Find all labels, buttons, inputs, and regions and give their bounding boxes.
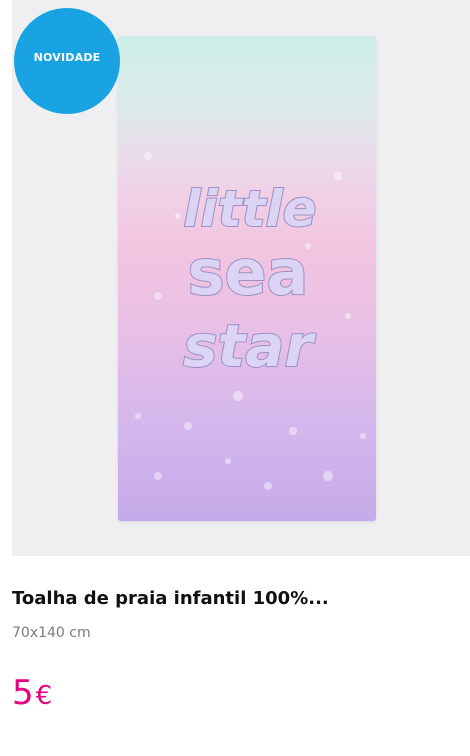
product-card[interactable]: little sea star NOVIDADE Toalha de praia…: [0, 0, 470, 756]
towel-illustration: little sea star: [118, 36, 376, 521]
towel-text-line-2: sea: [188, 236, 309, 309]
price-currency: €: [35, 681, 53, 711]
new-badge-label: NOVIDADE: [33, 50, 101, 64]
new-badge: NOVIDADE: [14, 8, 120, 114]
price-value: 5: [12, 673, 34, 713]
product-title[interactable]: Toalha de praia infantil 100%...: [12, 588, 462, 609]
product-price: 5€: [12, 676, 52, 710]
towel-text-line-3: star: [183, 312, 316, 380]
towel-text-line-1: little: [183, 180, 316, 238]
product-size: 70x140 cm: [12, 625, 91, 641]
